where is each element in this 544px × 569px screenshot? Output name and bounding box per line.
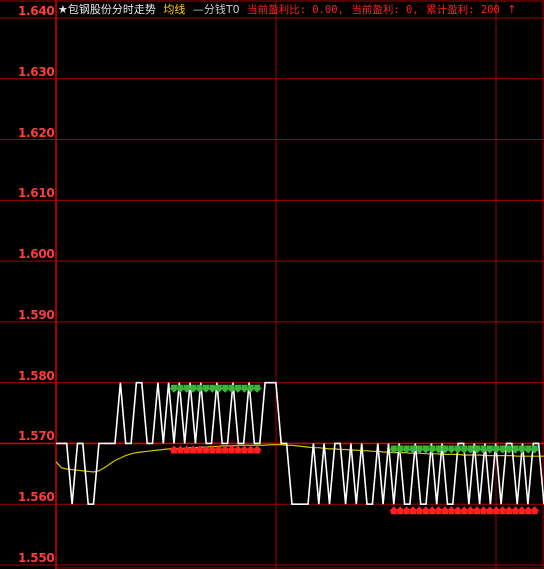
profit-ratio-label: 当前盈利比 [247,4,300,16]
minute-line-label: —分钱T0 [192,3,240,16]
total-profit-label: 累计盈利 [426,4,469,16]
current-profit-label: 当前盈利 [351,4,394,16]
y-tick-label: 1.600 [18,247,55,262]
y-tick-label: 1.640 [18,4,55,18]
y-tick-label: 1.580 [18,368,55,383]
avg-line-label: 均线 [163,3,186,16]
y-tick-label: 1.590 [18,307,55,322]
profit-ratio-value: 0.00, [312,4,344,16]
current-profit: 当前盈利: 0, [351,4,419,16]
y-tick-label: 1.630 [18,64,55,79]
y-tick-label: 1.550 [18,551,55,565]
profit-ratio: 当前盈利比: 0.00, [247,4,344,16]
total-profit-value: 200 [480,4,500,16]
price-axis: 1.640 1.630 1.620 1.610 1.600 1.590 1.580 1.570… [0,0,56,569]
up-arrow-icon: ↑ [507,3,517,16]
current-profit-value: 0, [406,4,419,16]
chart-window: 1.640 1.630 1.620 1.610 1.600 1.590 1.580 1.570… [0,0,544,569]
chart-title: ★包钢股份分时走势 [58,3,156,16]
y-tick-label: 1.620 [18,125,55,140]
intraday-chart[interactable] [0,0,544,569]
y-tick-label: 1.610 [18,186,55,201]
total-profit: 累计盈利: 200 [426,4,500,16]
y-tick-label: 1.570 [18,429,55,444]
y-tick-label: 1.560 [18,490,55,505]
chart-header: ★包钢股份分时走势 均线 —分钱T0 当前盈利比: 0.00, 当前盈利: 0,… [58,2,521,18]
plot-border [55,0,544,569]
